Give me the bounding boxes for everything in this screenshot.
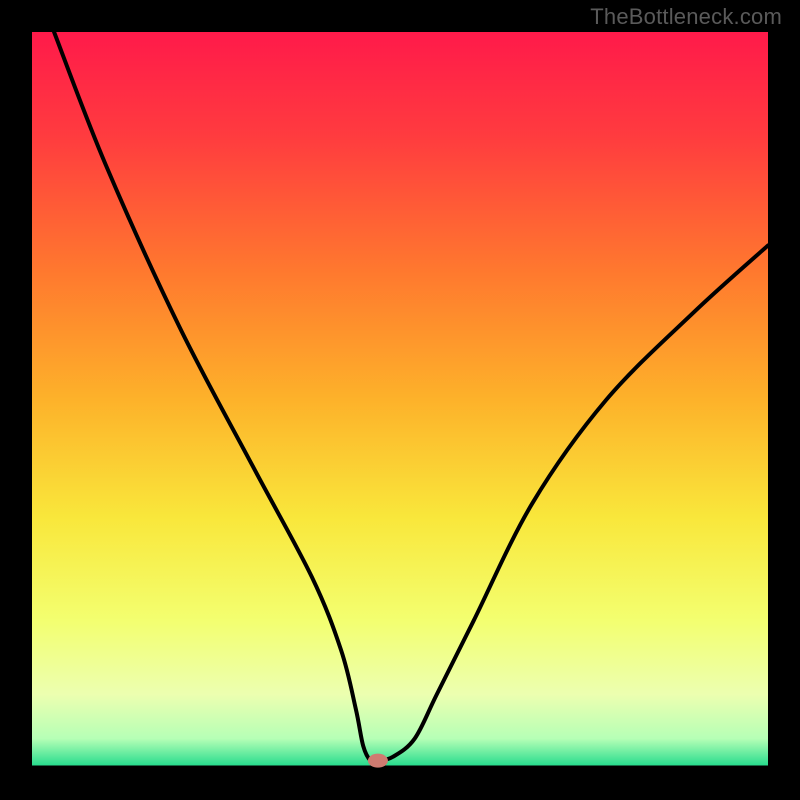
watermark-text: TheBottleneck.com bbox=[590, 4, 782, 30]
chart-svg bbox=[32, 32, 768, 768]
chart-background bbox=[32, 32, 768, 768]
chart-plot-area bbox=[32, 32, 768, 768]
optimal-point-marker bbox=[368, 754, 388, 768]
